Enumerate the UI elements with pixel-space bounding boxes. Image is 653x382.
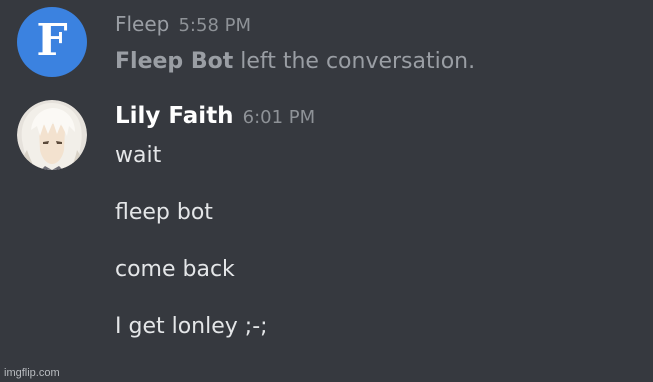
message-line-4: I get lonley ;-; — [115, 314, 268, 339]
system-action-text: left the conversation. — [240, 49, 476, 74]
chat-view: F Fleep 5:58 PM Fleep Bot left the conve… — [0, 0, 653, 382]
user-author-name[interactable]: Lily Faith — [115, 103, 234, 129]
user-avatar[interactable] — [17, 100, 87, 170]
anime-character-avatar-icon — [17, 100, 87, 170]
fleep-logo-letter: F — [36, 15, 68, 66]
system-message-header: Fleep 5:58 PM — [115, 12, 251, 36]
system-message-text: Fleep Bot left the conversation. — [115, 49, 475, 74]
user-timestamp: 6:01 PM — [242, 107, 316, 128]
message-line-3: come back — [115, 257, 235, 282]
watermark: imgflip.com — [4, 367, 60, 379]
system-actor-name[interactable]: Fleep Bot — [115, 49, 233, 74]
message-line-2: fleep bot — [115, 200, 213, 225]
user-message-header: Lily Faith 6:01 PM — [115, 103, 315, 129]
message-line-1: wait — [115, 143, 162, 168]
system-author-name[interactable]: Fleep — [115, 12, 169, 36]
system-timestamp: 5:58 PM — [178, 15, 251, 36]
fleep-avatar[interactable]: F — [17, 7, 87, 77]
